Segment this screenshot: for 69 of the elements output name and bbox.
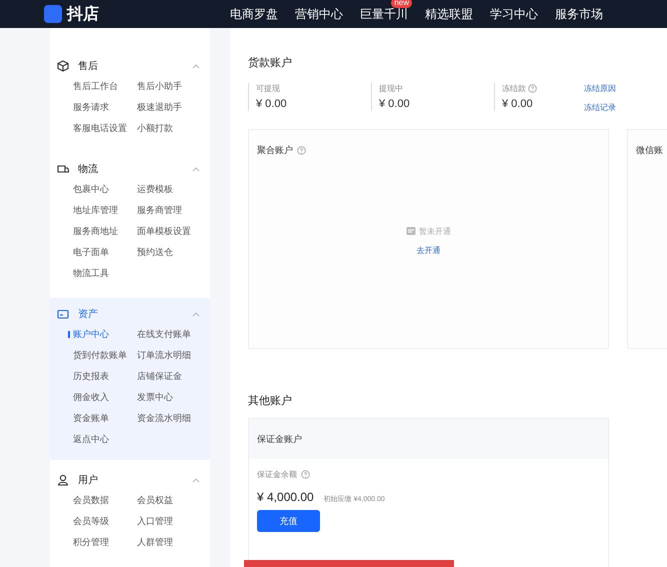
sidebar-section-title[interactable]: 物流 [78,162,183,176]
sidebar-section-title[interactable]: 售后 [78,59,183,73]
sidebar-item[interactable]: 预约送仓 [132,242,202,263]
sidebar-section-title[interactable]: 用户 [78,473,183,487]
stat-value: ¥ 0.00 [379,98,411,110]
section-heading: 货款账户 [248,56,293,70]
sidebar-item[interactable]: 服务请求 [68,97,132,118]
sidebar-item[interactable]: 售后工作台 [68,76,132,97]
sidebar-item[interactable]: 积分管理 [68,532,132,553]
user-icon [57,474,69,486]
sidebar-item[interactable]: 店铺保证金 [132,366,202,387]
card-title: 微信账 [636,144,663,157]
card-title: 聚合账户 [257,144,293,157]
sidebar-item[interactable]: 发票中心 [132,387,202,408]
sidebar-item[interactable]: 极速退助手 [132,97,202,118]
sidebar-item[interactable]: 历史报表 [68,366,132,387]
nav-link[interactable]: 营销中心 [295,6,343,22]
help-icon [301,470,310,479]
new-badge: new [391,0,412,8]
nav-link[interactable]: 巨量千川 [360,6,408,22]
stat-value: ¥ 0.00 [256,98,288,110]
nav-link[interactable]: 服务市场 [555,6,603,22]
truck-icon [57,163,69,175]
balance-amount: ¥ 4,000.00 [257,490,314,504]
card-header: 保证金账户 [249,419,608,459]
recharge-button[interactable]: 充值 [257,510,320,532]
nav-link[interactable]: 电商罗盘 [230,6,278,22]
sidebar-item[interactable]: 客服电话设置 [68,118,132,139]
sidebar-item[interactable]: 售后小助手 [132,76,202,97]
stat-value: ¥ 0.00 [502,98,534,110]
empty-state-icon [406,226,416,236]
stat-label: 提现中 [379,83,403,94]
logo-text[interactable]: 抖店 [67,4,99,24]
link[interactable]: 冻结原因 [584,83,616,94]
sidebar-item[interactable]: 订单流水明细 [132,345,202,366]
section-heading: 其他账户 [248,394,293,408]
sidebar-item[interactable]: 运费模板 [132,179,202,200]
sidebar-item[interactable]: 面单模板设置 [132,221,202,242]
nav-link[interactable]: 学习中心 [490,6,538,22]
card-icon [57,308,69,320]
sidebar-item[interactable]: 包裹中心 [68,179,132,200]
sidebar-item[interactable]: 入口管理 [132,511,202,532]
balance-label: 保证金余额 [257,469,297,480]
sidebar-item[interactable]: 小额打款 [132,118,202,139]
sidebar-item[interactable]: 人群管理 [132,532,202,553]
sidebar-item[interactable]: 返点中心 [68,429,132,450]
sidebar-item[interactable]: 资金流水明细 [132,408,202,429]
sidebar-item[interactable]: 资金账单 [68,408,132,429]
empty-state-text: 暂未开通 [419,226,451,236]
sidebar-item[interactable]: 会员权益 [132,490,202,511]
sidebar-item[interactable]: 会员数据 [68,490,132,511]
logo-icon [44,5,62,23]
sidebar-section-title[interactable]: 资产 [78,307,183,321]
link[interactable]: 冻结记录 [584,102,616,113]
stat-label: 冻结款 [502,83,526,94]
sidebar-item[interactable]: 货到付款账单 [68,345,132,366]
sidebar-item[interactable]: 电子面单 [68,242,132,263]
sidebar-item[interactable]: 账户中心 [68,324,132,345]
sidebar-item[interactable]: 物流工具 [68,263,132,284]
sidebar-item[interactable]: 服务商地址 [68,221,132,242]
nav-link[interactable]: 精选联盟 [425,6,473,22]
stat-label: 可提现 [256,83,280,94]
sidebar-item[interactable]: 服务商管理 [132,200,202,221]
sidebar-item[interactable]: 会员等级 [68,511,132,532]
sidebar-item[interactable]: 在线支付账单 [132,324,202,345]
sidebar-item[interactable]: 佣金收入 [68,387,132,408]
activate-link[interactable]: 去开通 [416,244,440,256]
sidebar-item[interactable]: 地址库管理 [68,200,132,221]
box-icon [57,60,69,72]
